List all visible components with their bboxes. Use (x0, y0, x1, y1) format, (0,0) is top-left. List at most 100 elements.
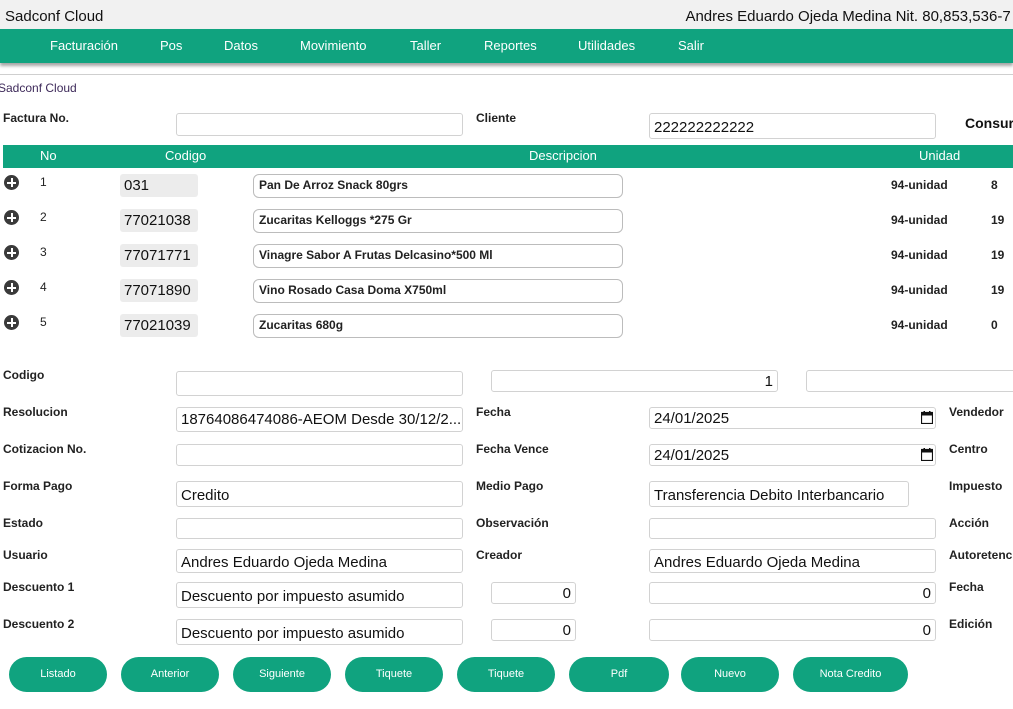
menu-pos[interactable]: Pos (160, 38, 182, 53)
fecha-date-input[interactable]: 24/01/2025 (649, 407, 936, 429)
add-circle-icon[interactable] (4, 175, 19, 190)
descuento2-label: Descuento 2 (3, 617, 75, 631)
siguiente-button[interactable]: Siguiente (233, 657, 331, 692)
descuento1-amount-input[interactable]: 0 (649, 582, 936, 604)
row-description-field[interactable]: Zucaritas 680g (253, 314, 623, 338)
nota-credito-button[interactable]: Nota Credito (793, 657, 908, 692)
descuento2-percent-input[interactable]: 0 (491, 619, 576, 641)
codigo-label: Codigo (3, 368, 45, 382)
estado-label: Estado (3, 516, 44, 530)
usuario-input[interactable]: Andres Eduardo Ojeda Medina (176, 549, 463, 573)
row-code-field[interactable]: 77021039 (120, 314, 198, 337)
row-quantity: 19 (991, 213, 1005, 227)
resolucion-select[interactable]: 18764086474086-AEOM Desde 30/12/2... (176, 407, 463, 432)
col-no: No (40, 148, 57, 163)
menu-taller[interactable]: Taller (410, 38, 441, 53)
app-title: Sadconf Cloud (5, 8, 104, 25)
cotizacion-label: Cotizacion No. (3, 442, 87, 456)
medio-pago-label: Medio Pago (476, 479, 544, 493)
fecha2-label: Fecha (949, 580, 984, 594)
factura-label: Factura No. (3, 111, 70, 125)
centro-label: Centro (949, 442, 988, 456)
col-codigo: Codigo (165, 148, 207, 163)
row-quantity: 0 (991, 318, 998, 332)
row-unit: 94-unidad (891, 318, 948, 332)
add-circle-icon[interactable] (4, 315, 19, 330)
row-description-field[interactable]: Vinagre Sabor A Frutas Delcasino*500 Ml (253, 244, 623, 268)
row-description-field[interactable]: Zucaritas Kelloggs *275 Gr (253, 209, 623, 233)
cotizacion-input[interactable] (176, 444, 463, 466)
calendar-icon[interactable] (921, 448, 933, 461)
factura-input[interactable] (176, 113, 463, 136)
fecha-label: Fecha (476, 405, 511, 419)
fecha-value: 24/01/2025 (654, 410, 730, 427)
row-description-field[interactable]: Vino Rosado Casa Doma X750ml (253, 279, 623, 303)
row-number: 5 (40, 315, 47, 329)
resolucion-label: Resolucion (3, 405, 68, 419)
menu-movimiento[interactable]: Movimiento (300, 38, 366, 53)
menu-facturacion[interactable]: Facturación (50, 38, 118, 53)
row-code-field[interactable]: 77071771 (120, 244, 198, 267)
edicion-label: Edición (949, 617, 993, 631)
observacion-input[interactable] (649, 518, 936, 539)
estado-input[interactable] (176, 518, 463, 539)
forma-pago-label: Forma Pago (3, 479, 73, 493)
codigo-input[interactable] (176, 371, 463, 396)
fecha-vence-value: 24/01/2025 (654, 447, 730, 464)
menu-reportes[interactable]: Reportes (484, 38, 537, 53)
descuento2-select[interactable]: Descuento por impuesto asumido (176, 619, 463, 645)
row-quantity: 8 (991, 178, 998, 192)
vendedor-label: Vendedor (949, 405, 1004, 419)
cantidad-input[interactable]: 1 (491, 370, 778, 392)
row-code-field[interactable]: 77021038 (120, 209, 198, 232)
impuesto-label: Impuesto (949, 479, 1003, 493)
add-circle-icon[interactable] (4, 245, 19, 260)
add-circle-icon[interactable] (4, 210, 19, 225)
nuevo-button[interactable]: Nuevo (681, 657, 779, 692)
listado-button[interactable]: Listado (9, 657, 107, 692)
divider (0, 74, 1013, 75)
observacion-label: Observación (476, 516, 549, 530)
menu-bar: Facturación Pos Datos Movimiento Taller … (0, 29, 1013, 63)
row-description-field[interactable]: Pan De Arroz Snack 80grs (253, 174, 623, 198)
user-info: Andres Eduardo Ojeda Medina Nit. 80,853,… (685, 8, 1013, 25)
menu-datos[interactable]: Datos (224, 38, 258, 53)
calendar-icon[interactable] (921, 411, 933, 424)
descuento1-select[interactable]: Descuento por impuesto asumido (176, 582, 463, 608)
row-number: 1 (40, 175, 47, 189)
row-unit: 94-unidad (891, 178, 948, 192)
descuento1-percent-input[interactable]: 0 (491, 582, 576, 604)
add-circle-icon[interactable] (4, 280, 19, 295)
cliente-name-field[interactable]: Consur (960, 113, 1013, 136)
cliente-input[interactable]: 222222222222 (649, 113, 936, 139)
row-unit: 94-unidad (891, 213, 948, 227)
col-descripcion: Descripcion (529, 148, 597, 163)
menu-utilidades[interactable]: Utilidades (578, 38, 635, 53)
row-unit: 94-unidad (891, 283, 948, 297)
creador-input[interactable]: Andres Eduardo Ojeda Medina (649, 549, 936, 573)
row-code-field[interactable]: 77071890 (120, 279, 198, 302)
descuento2-amount-input[interactable]: 0 (649, 619, 936, 641)
creador-label: Creador (476, 548, 523, 562)
fecha-vence-label: Fecha Vence (476, 442, 549, 456)
row-unit: 94-unidad (891, 248, 948, 262)
menu-salir[interactable]: Salir (678, 38, 704, 53)
breadcrumb: Sadconf Cloud (0, 81, 77, 95)
col-unidad: Unidad (919, 148, 961, 163)
row-number: 2 (40, 210, 47, 224)
accion-label: Acción (949, 516, 990, 530)
precio-input[interactable] (806, 370, 1013, 392)
medio-pago-select[interactable]: Transferencia Debito Interbancario (649, 481, 909, 507)
row-quantity: 19 (991, 283, 1005, 297)
anterior-button[interactable]: Anterior (121, 657, 219, 692)
autoretenc-label: Autoretenc (949, 548, 1013, 562)
row-code-field[interactable]: 031 (120, 174, 198, 197)
usuario-label: Usuario (3, 548, 48, 562)
fecha-vence-date-input[interactable]: 24/01/2025 (649, 444, 936, 466)
tiquete-button[interactable]: Tiquete (345, 657, 443, 692)
forma-pago-select[interactable]: Credito (176, 481, 463, 507)
tiquete-button-2[interactable]: Tiquete (457, 657, 555, 692)
row-number: 4 (40, 280, 47, 294)
pdf-button[interactable]: Pdf (569, 657, 669, 692)
row-quantity: 19 (991, 248, 1005, 262)
